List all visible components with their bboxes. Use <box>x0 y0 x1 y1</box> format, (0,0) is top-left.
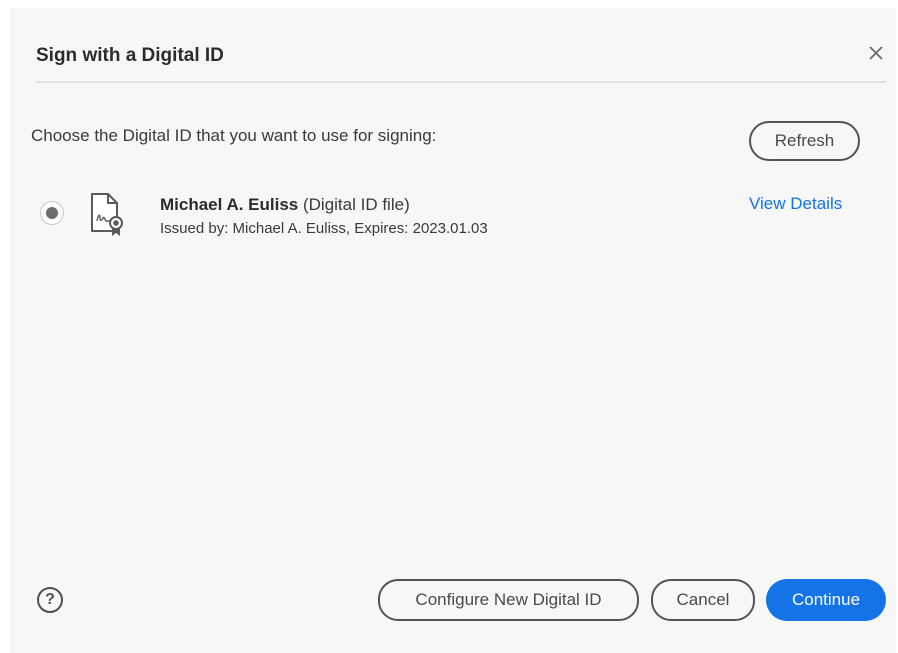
choose-id-prompt: Choose the Digital ID that you want to u… <box>31 126 437 145</box>
certificate-file-icon <box>91 193 123 236</box>
view-details-link[interactable]: View Details <box>749 194 842 214</box>
title-divider <box>36 81 886 83</box>
refresh-button[interactable]: Refresh <box>749 121 860 161</box>
digital-id-radio[interactable] <box>40 201 64 225</box>
digital-id-issued: Issued by: Michael A. Euliss, Expires: 2… <box>160 220 488 237</box>
cancel-button[interactable]: Cancel <box>651 579 755 621</box>
close-button[interactable] <box>865 42 887 64</box>
digital-id-name: Michael A. Euliss <box>160 195 299 214</box>
radio-selected-dot <box>46 207 58 219</box>
help-icon[interactable]: ? <box>37 587 63 613</box>
sign-digital-id-dialog: Sign with a Digital ID Choose the Digita… <box>10 8 896 653</box>
continue-button[interactable]: Continue <box>766 579 886 621</box>
close-icon <box>869 46 883 60</box>
digital-id-type: (Digital ID file) <box>302 195 410 214</box>
configure-new-digital-id-button[interactable]: Configure New Digital ID <box>378 579 639 621</box>
digital-id-title: Michael A. Euliss (Digital ID file) <box>160 195 410 215</box>
dialog-title: Sign with a Digital ID <box>36 45 224 66</box>
